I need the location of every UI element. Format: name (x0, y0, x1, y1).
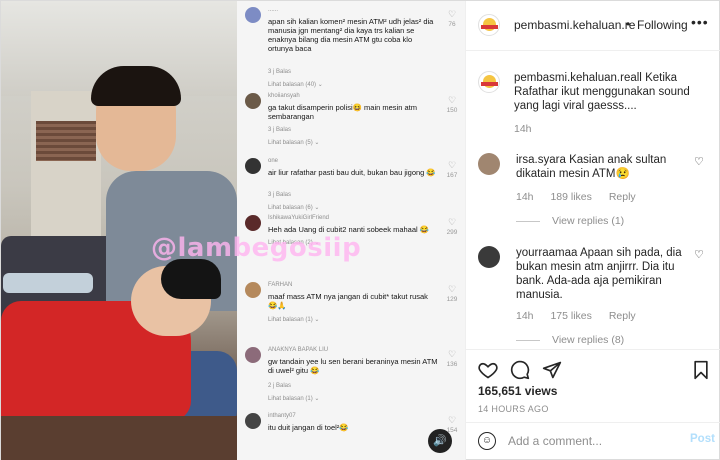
heart-icon[interactable] (478, 360, 498, 380)
avatar (245, 158, 261, 174)
comment-username: khoiiansyah (268, 93, 300, 99)
caption-text: pembasmi.kehaluan.reall Ketika Rafathar … (514, 71, 714, 113)
post-header: pembasmi.kehaluan.re • Following ••• (466, 1, 720, 51)
comment-username: ...... (268, 7, 279, 13)
comment-text: irsa.syara Kasian anak sultan dikatain m… (516, 153, 696, 181)
post-button[interactable]: Post (690, 433, 715, 445)
heart-icon: ♡ (447, 217, 457, 227)
caption-time: 14h (514, 123, 532, 135)
post-actions: 165,651 views 14 HOURS AGO ☺ Post (466, 349, 720, 459)
view-replies-link: Lihat balasan (1) ⌄ (268, 396, 320, 402)
comment-text: air liur rafathar pasti bau duit, bukan … (268, 168, 436, 177)
avatar (245, 215, 261, 231)
view-replies-label: View replies (8) (552, 334, 625, 346)
bookmark-icon[interactable] (692, 360, 710, 380)
comment-text: gw tandain yee lu sen berani beraninya m… (268, 357, 438, 375)
account-avatar[interactable] (478, 14, 500, 36)
comment-username: inthanty07 (268, 413, 296, 419)
post-video[interactable]: @lambegosiip ...... apan sih kalian kome… (1, 1, 465, 460)
like-count: 129 (446, 296, 458, 303)
watermark-text: @lambegosiip (151, 233, 362, 263)
comment-time: 14h (516, 310, 534, 322)
heart-icon[interactable]: ♡ (694, 248, 704, 261)
post-sidebar: pembasmi.kehaluan.re • Following ••• pem… (465, 1, 720, 460)
caption-username[interactable]: pembasmi.kehaluan.reall (514, 72, 642, 84)
comment-username: FARHAN (268, 282, 293, 288)
comment-meta: 14h 189 likes Reply (516, 191, 650, 203)
views-count: 165,651 views (478, 384, 558, 398)
comment-meta: 3 j Balas (268, 192, 292, 198)
comment-text: itu duit jangan di toel²😂 (268, 423, 349, 432)
reply-button[interactable]: Reply (609, 191, 636, 203)
video-comment-overlay: ...... apan sih kalian komen² mesin ATM²… (237, 1, 465, 460)
avatar (245, 282, 261, 298)
avatar (245, 413, 261, 429)
view-replies-link: Lihat balasan (40) ⌄ (268, 82, 323, 88)
comment-time: 14h (516, 191, 534, 203)
comment-input[interactable] (508, 432, 678, 450)
post-modal: @lambegosiip ...... apan sih kalian kome… (0, 0, 720, 460)
view-replies-link: Lihat balasan (6) ⌄ (268, 205, 320, 211)
comment-text: maaf mass ATM nya jangan di cubit* takut… (268, 292, 428, 310)
reply-button[interactable]: Reply (609, 310, 636, 322)
heart-icon: ♡ (447, 95, 457, 105)
account-username[interactable]: pembasmi.kehaluan.re (514, 18, 635, 32)
comment-text: ga takut disamperin polisi😆 main mesin a… (268, 103, 417, 121)
share-icon[interactable] (542, 360, 562, 380)
separator: • (626, 17, 631, 31)
like-count: 150 (446, 107, 458, 114)
heart-icon: ♡ (447, 160, 457, 170)
heart-icon: ♡ (447, 9, 457, 19)
comment-username: ANAKNYA BAPAK LIU (268, 347, 329, 353)
like-count: 136 (446, 361, 458, 368)
emoji-icon[interactable]: ☺ (478, 432, 496, 450)
heart-icon: ♡ (447, 284, 457, 294)
comment-icon[interactable] (510, 360, 530, 380)
like-count: 76 (448, 21, 456, 28)
view-replies-button[interactable]: View replies (1) (516, 215, 624, 227)
view-replies-label: View replies (1) (552, 215, 625, 227)
add-comment-row: ☺ Post (466, 422, 720, 458)
caption-avatar[interactable] (478, 71, 500, 93)
comment-likes[interactable]: 175 likes (550, 310, 591, 322)
view-replies-link: Lihat balasan (1) ⌄ (268, 317, 320, 323)
comment-text: apan sih kalian komen² mesin ATM² udh je… (268, 17, 434, 53)
following-button[interactable]: Following (637, 18, 688, 32)
comment-text: yourraamaa Apaan sih pada, dia bukan mes… (516, 246, 696, 302)
comment-username: one (268, 158, 279, 164)
speaker-icon[interactable]: 🔊 (428, 429, 452, 453)
like-count: 299 (446, 229, 458, 236)
heart-icon: ♡ (447, 349, 457, 359)
post-time: 14 HOURS AGO (478, 404, 549, 414)
heart-icon: ♡ (447, 415, 457, 425)
avatar (245, 93, 261, 109)
view-replies-link: Lihat balasan (5) ⌄ (268, 140, 320, 146)
comment-meta: 14h 175 likes Reply (516, 310, 650, 322)
comment-meta: 3 j Balas (268, 127, 292, 133)
more-options-icon[interactable]: ••• (691, 14, 709, 30)
avatar[interactable] (478, 246, 500, 268)
avatar (245, 347, 261, 363)
comment-username[interactable]: yourraamaa (516, 247, 577, 259)
like-count: 167 (446, 172, 458, 179)
comment-meta: 2 j Balas (268, 383, 292, 389)
video-frame-image (1, 1, 237, 460)
heart-icon[interactable]: ♡ (694, 155, 704, 168)
comment-username[interactable]: irsa.syara (516, 154, 566, 166)
avatar (245, 7, 261, 23)
comment-meta: 3 j Balas (268, 69, 292, 75)
view-replies-button[interactable]: View replies (8) (516, 334, 624, 346)
comment-username: IshikawaYukiGirlFriend (268, 215, 330, 221)
avatar[interactable] (478, 153, 500, 175)
comment-likes[interactable]: 189 likes (550, 191, 591, 203)
